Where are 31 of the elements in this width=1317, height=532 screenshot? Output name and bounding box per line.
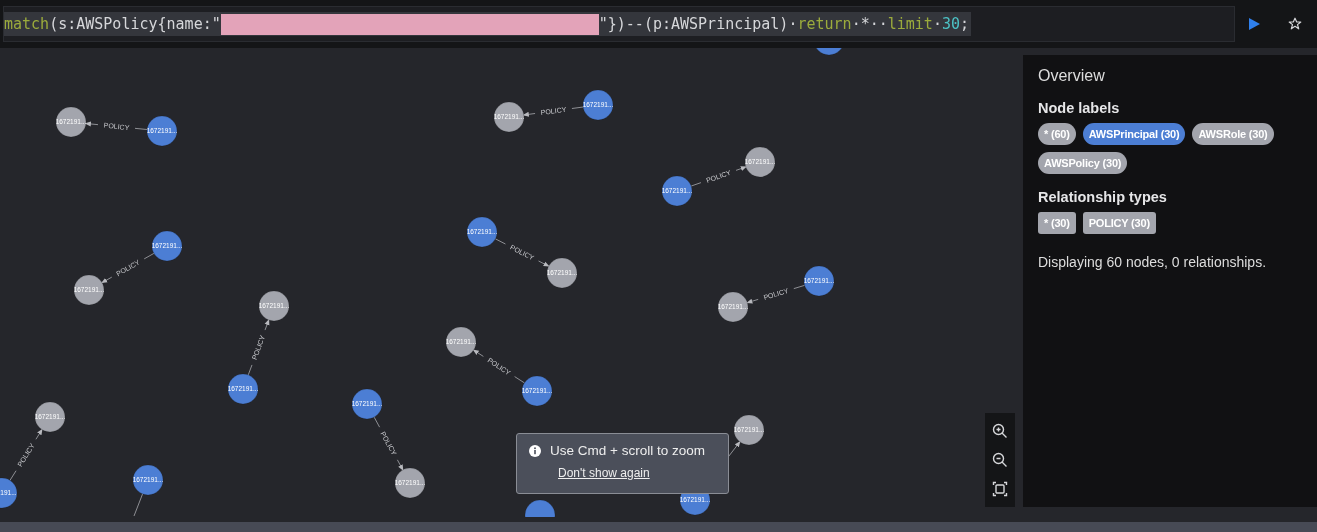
panel-title: Overview <box>1038 67 1105 85</box>
graph-node[interactable] <box>813 48 845 56</box>
type-chip[interactable]: POLICY (30) <box>1082 212 1156 234</box>
hint-text: Use Cmd + scroll to zoom <box>550 443 705 458</box>
relationship-arrow <box>101 252 155 284</box>
label-chip[interactable]: * (60) <box>1038 123 1076 145</box>
relationship-arrow <box>746 284 806 304</box>
fit-view-icon[interactable] <box>992 480 1008 497</box>
play-icon[interactable] <box>1247 17 1261 31</box>
query-text[interactable]: match(s:AWSPolicy{name:" "})--(p:AWSPrincipal)·return·*··limit·30; <box>4 12 972 36</box>
relationship-arrow <box>494 238 550 267</box>
label-chip[interactable]: AWSPrincipal (30) <box>1082 123 1186 145</box>
zoom-in-icon[interactable] <box>992 423 1008 440</box>
relationship-arrow <box>84 121 148 130</box>
relationship-arrow <box>472 349 525 384</box>
label-chip[interactable]: AWSPolicy (30) <box>1038 152 1128 174</box>
graph-node[interactable] <box>524 499 556 517</box>
summary-text: Displaying 60 nodes, 0 relationships. <box>1038 254 1267 270</box>
relationship-arrow <box>522 106 584 117</box>
star-icon[interactable] <box>1288 17 1302 31</box>
relationship-arrow <box>247 319 270 376</box>
type-chip[interactable]: * (30) <box>1038 212 1076 234</box>
relationship-arrow <box>9 428 43 481</box>
info-icon <box>529 444 541 457</box>
dont-show-again-link[interactable]: Don't show again <box>558 466 650 480</box>
section-heading: Relationship types <box>1038 189 1167 205</box>
relationship-arrow <box>373 416 404 471</box>
relationship-arrow <box>690 166 747 187</box>
label-chip[interactable]: AWSRole (30) <box>1192 123 1274 145</box>
zoom-out-icon[interactable] <box>992 452 1008 468</box>
section-heading: Node labels <box>1038 100 1120 116</box>
